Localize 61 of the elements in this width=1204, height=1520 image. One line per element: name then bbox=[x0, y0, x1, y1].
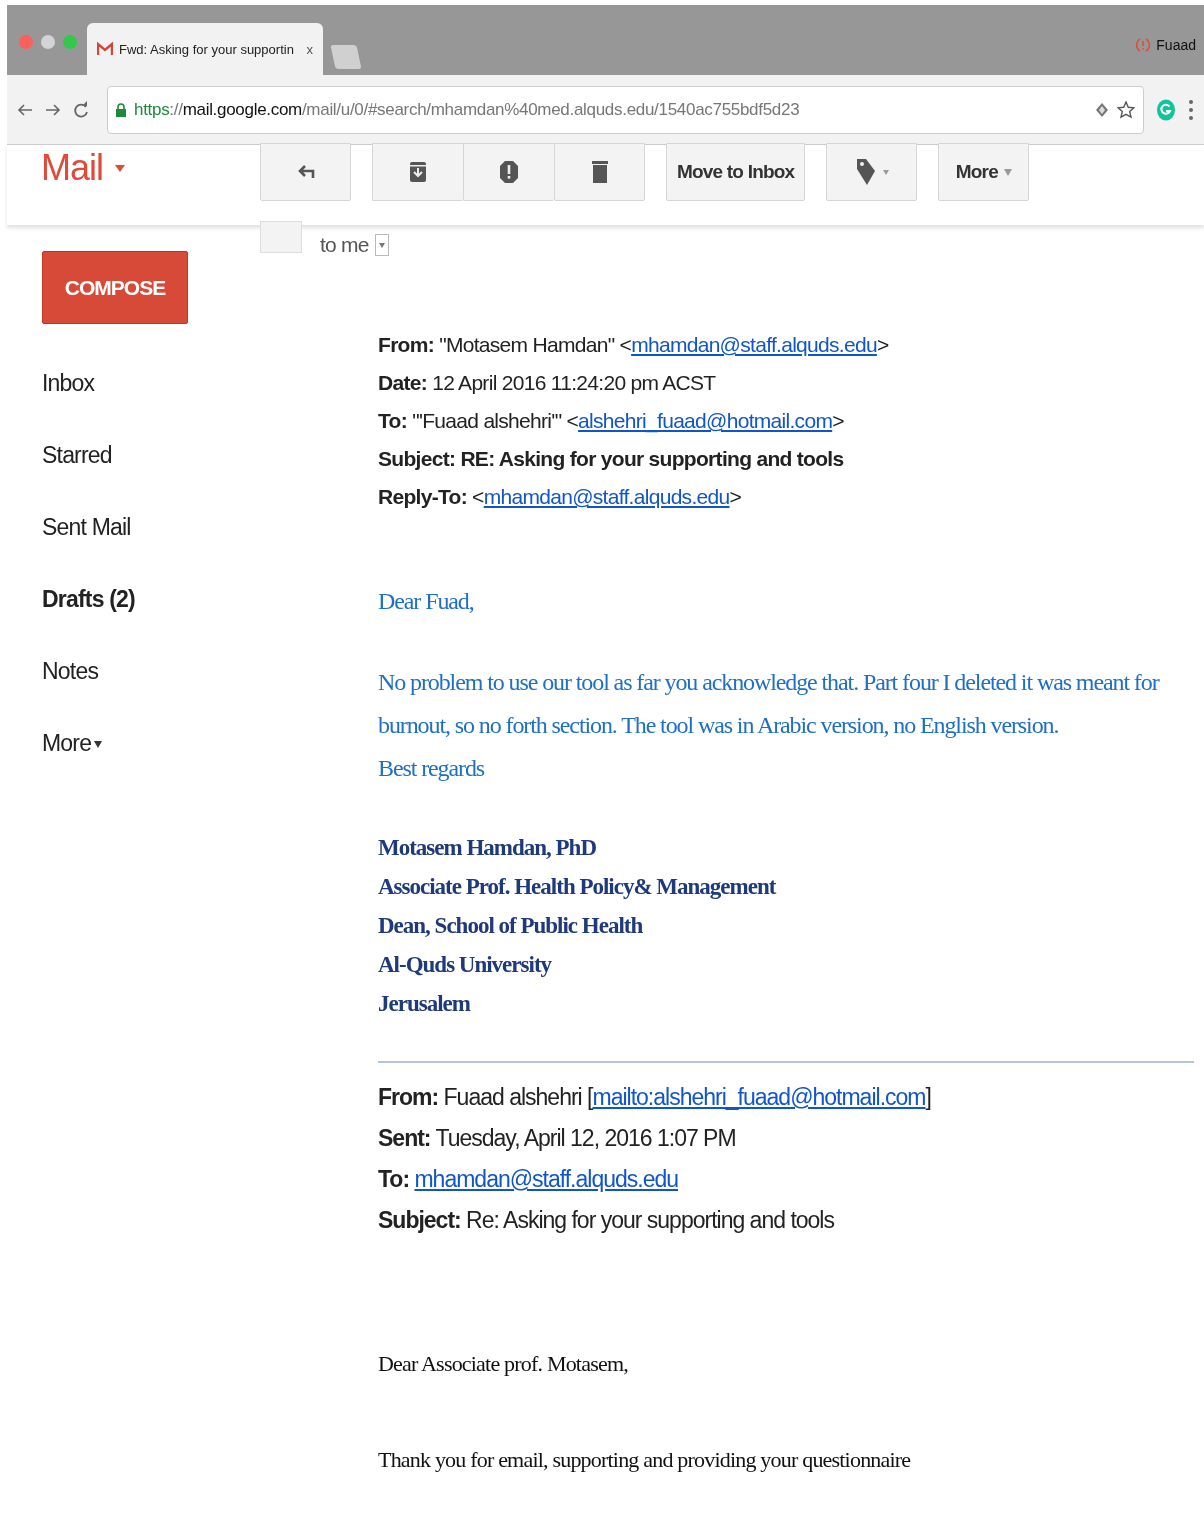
move-to-inbox-button[interactable]: Move to Inbox bbox=[666, 143, 806, 201]
back-icon[interactable] bbox=[17, 101, 33, 118]
email-link[interactable]: mhamdan@staff.alquds.edu bbox=[414, 1166, 679, 1192]
header-line: Subject: RE: Asking for your supporting and tools bbox=[378, 446, 845, 472]
details-dropdown[interactable] bbox=[374, 234, 389, 256]
forward-icon[interactable] bbox=[45, 101, 61, 118]
email-link[interactable]: mhamdan@staff.alquds.edu bbox=[483, 485, 730, 508]
reply-arrow-icon bbox=[296, 163, 315, 181]
compose-button[interactable]: COMPOSE bbox=[42, 251, 188, 324]
browser-tab[interactable]: Fwd: Asking for your supportin x bbox=[87, 23, 323, 75]
header-line: Date: 12 April 2016 11:24:20 pm ACST bbox=[378, 370, 717, 396]
quoted-greeting: Dear Associate prof. Motasem, bbox=[378, 1351, 629, 1377]
sender-avatar bbox=[260, 221, 302, 253]
closing: Best regards bbox=[378, 754, 486, 783]
mail-app-menu[interactable]: Mail bbox=[41, 147, 125, 189]
message-paragraph: No problem to use our tool as far you acknowledge that. Part four I deleted it was meant for burnout, so no forth section. The tool was in Arabic version, no English version. bbox=[378, 668, 1161, 740]
address-bar[interactable]: https://mail.google.com/mail/u/0/#search/mhamdan%40med.alquds.edu/1540ac755bdf5d23 bbox=[107, 85, 1144, 134]
nav-item[interactable]: Starred bbox=[42, 424, 112, 496]
archive-button[interactable] bbox=[372, 143, 463, 201]
nav-item[interactable]: Drafts (2) bbox=[42, 568, 135, 640]
tab-close-button[interactable]: x bbox=[306, 41, 313, 57]
report-spam-button[interactable] bbox=[463, 143, 554, 201]
signature-line: Motasem Hamdan, PhD bbox=[378, 834, 598, 862]
delete-button[interactable] bbox=[554, 143, 645, 201]
quoted-header-line: To: mhamdan@staff.alquds.edu bbox=[378, 1165, 680, 1194]
signature-line: Associate Prof. Health Policy& Management bbox=[378, 873, 777, 901]
header-line: From: "Motasem Hamdan" <mhamdan@staff.alquds.edu> bbox=[378, 332, 890, 358]
quoted-header-line: Sent: Tuesday, April 12, 2016 1:07 PM bbox=[378, 1124, 737, 1153]
exclamation-octagon-icon bbox=[499, 160, 519, 184]
reload-icon[interactable] bbox=[73, 100, 89, 119]
menu-icon[interactable] bbox=[1188, 98, 1194, 121]
caret-icon bbox=[115, 164, 125, 172]
nav-item[interactable]: Inbox bbox=[42, 352, 95, 424]
signature-line: Dean, School of Public Health bbox=[378, 912, 644, 940]
more-button[interactable]: More bbox=[938, 143, 1030, 201]
email-link[interactable]: mailto:alshehri_fuaad@hotmail.com bbox=[592, 1084, 926, 1110]
quoted-text: Thank you for email, supporting and providing your questionnaire bbox=[378, 1447, 912, 1473]
caret-icon bbox=[94, 741, 103, 749]
nav-item[interactable]: Sent Mail bbox=[42, 496, 131, 568]
nav-item[interactable]: Notes bbox=[42, 640, 99, 712]
profile-name[interactable]: Fuaad bbox=[1156, 37, 1196, 53]
diamond-icon[interactable] bbox=[1095, 101, 1109, 118]
header-line: Reply-To: <mhamdan@staff.alquds.edu> bbox=[378, 484, 743, 510]
recipient-label: to me bbox=[320, 233, 369, 257]
archive-box-icon bbox=[409, 161, 427, 183]
email-link[interactable]: alshehri_fuaad@hotmail.com bbox=[578, 409, 833, 432]
envelope-logo-icon bbox=[97, 42, 113, 56]
star-icon[interactable] bbox=[1117, 100, 1135, 119]
header-line: To: "'Fuaad alshehri'" <alshehri_fuaad@hotmail.com> bbox=[378, 408, 845, 435]
labels-button[interactable] bbox=[826, 143, 918, 201]
lock-icon bbox=[116, 102, 126, 117]
more-menu[interactable]: More bbox=[42, 712, 103, 784]
trash-icon bbox=[591, 160, 608, 184]
signature-line: Jerusalem bbox=[378, 990, 472, 1018]
quoted-header-line: From: Fuaad alshehri [mailto:alshehri_fuaad@hotmail.com] bbox=[378, 1083, 932, 1112]
quoted-header-line: Subject: Re: Asking for your supporting and tools bbox=[378, 1206, 835, 1235]
greeting: Dear Fuad, bbox=[378, 588, 475, 615]
tab-title: Fwd: Asking for your supportin bbox=[119, 41, 295, 57]
signature-line: Al-Quds University bbox=[378, 951, 553, 979]
email-link[interactable]: mhamdan@staff.alquds.edu bbox=[631, 333, 877, 356]
caret-icon bbox=[1003, 168, 1012, 176]
